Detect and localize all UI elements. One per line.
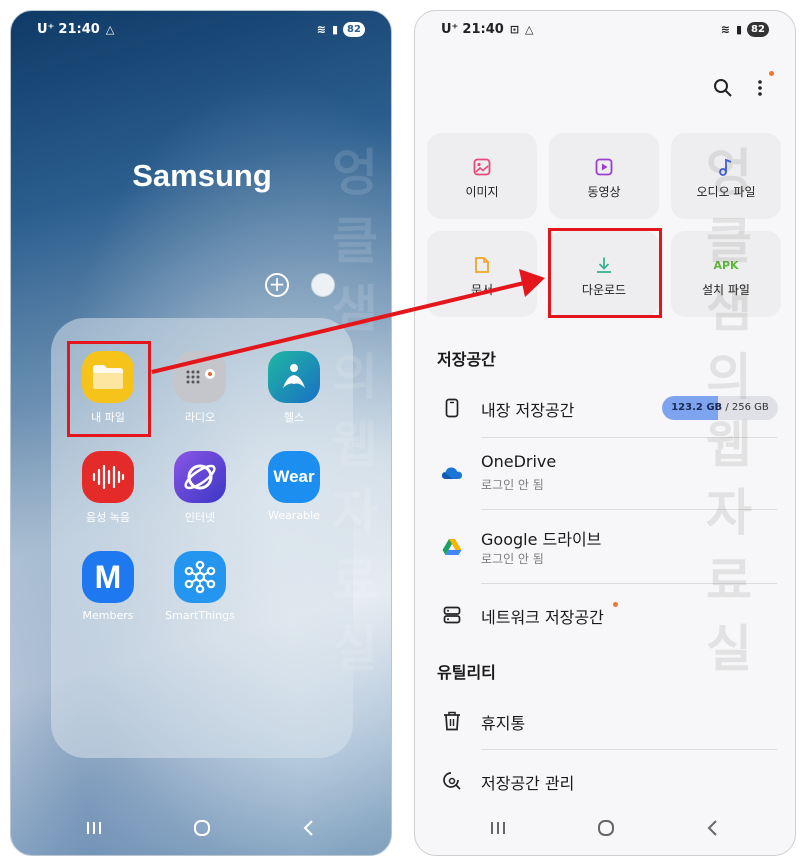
annotation-arrow (151, 269, 545, 374)
